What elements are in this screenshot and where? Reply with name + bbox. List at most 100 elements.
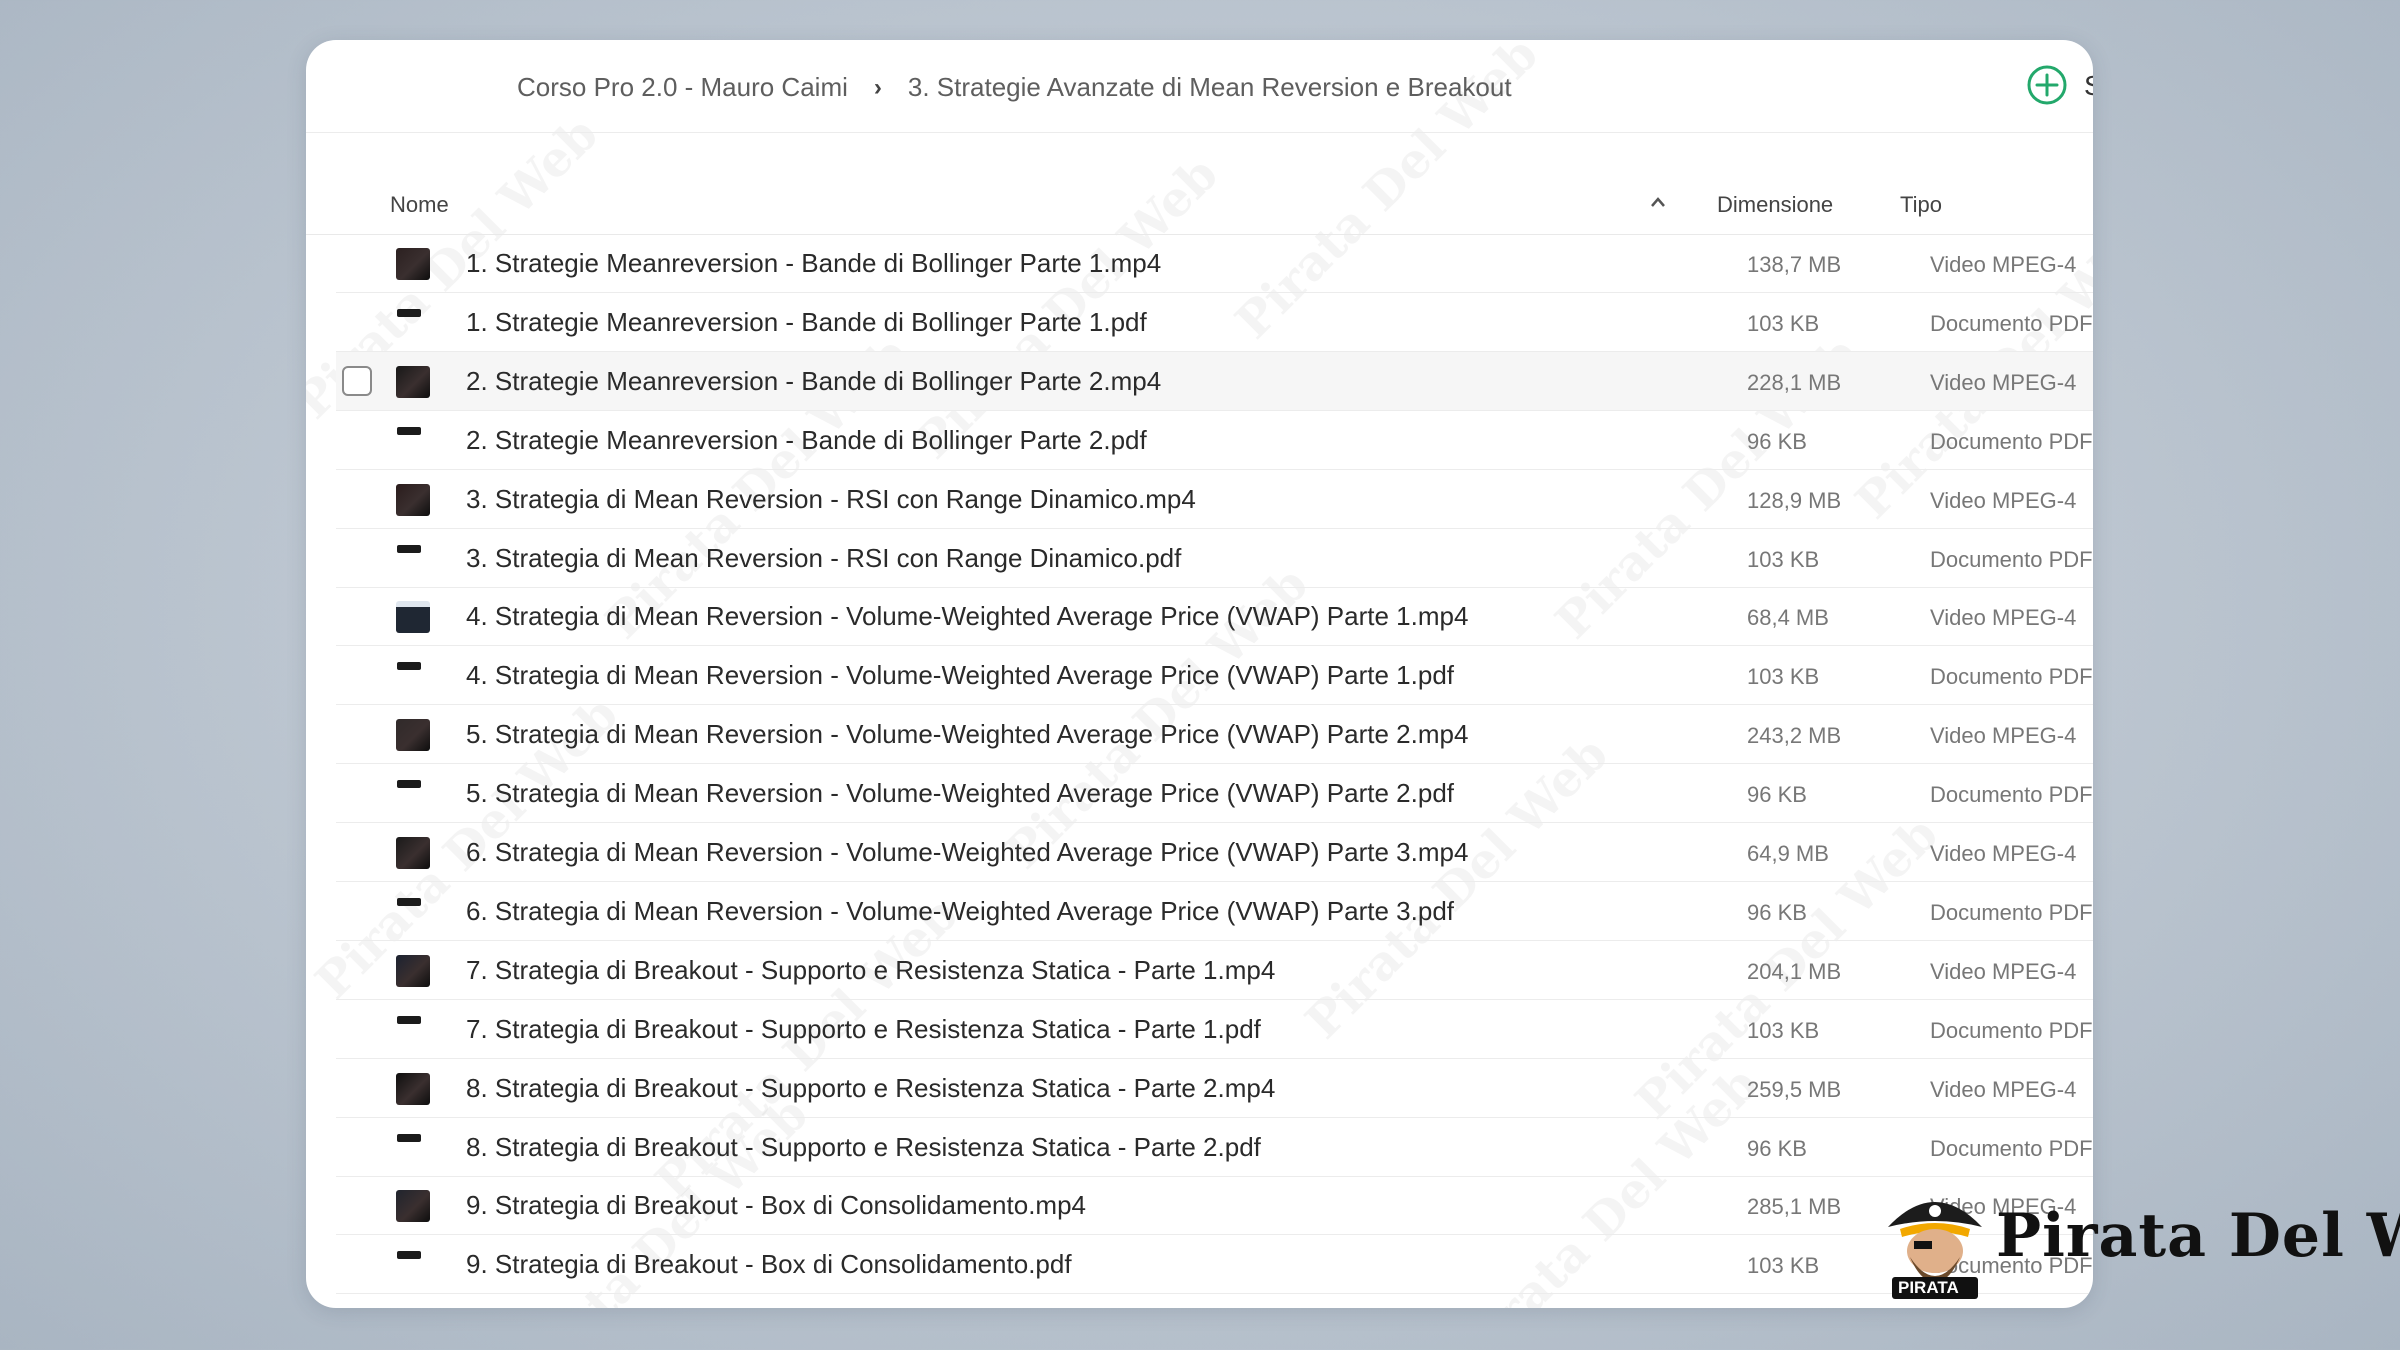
file-type: Video MPEG-4 xyxy=(1930,252,2077,277)
file-name[interactable]: 7. Strategia di Breakout - Supporto e Re… xyxy=(466,955,1275,986)
file-type: Video MPEG-4 xyxy=(1930,723,2077,749)
table-row[interactable]: 4. Strategia di Mean Reversion - Volume-… xyxy=(336,646,2093,706)
file-size: 243,2 MB xyxy=(1747,723,1842,749)
pdf-file-icon xyxy=(397,897,421,906)
file-type: Documento PDF xyxy=(1930,899,2093,925)
file-type: Video MPEG-4 xyxy=(1930,487,2077,513)
table-row[interactable]: 7. Strategia di Breakout - Supporto e Re… xyxy=(336,941,2093,1000)
file-type: Documento PDF xyxy=(1930,428,2093,454)
table-row[interactable]: 7. Strategia di Breakout - Supporto e Re… xyxy=(336,1000,2093,1059)
logo-badge: PIRATA xyxy=(1898,1278,1959,1297)
file-type: Video MPEG-4 xyxy=(1930,841,2077,866)
column-header-type[interactable]: Tipo xyxy=(1900,192,1942,218)
file-name[interactable]: 4. Strategia di Mean Reversion - Volume-… xyxy=(466,660,1454,691)
file-size: 103 KB xyxy=(1747,664,1820,690)
table-row[interactable]: 6. Strategia di Mean Reversion - Volume-… xyxy=(336,823,2093,882)
file-type: Video MPEG-4 xyxy=(1930,1076,2077,1102)
table-row[interactable]: 5. Strategia di Mean Reversion - Volume-… xyxy=(336,705,2093,765)
breadcrumb-current[interactable]: 3. Strategie Avanzate di Mean Reversion … xyxy=(908,72,1512,103)
file-name[interactable]: 5. Strategia di Mean Reversion - Volume-… xyxy=(466,719,1468,750)
file-type: Video MPEG-4 xyxy=(1930,605,2077,631)
file-name[interactable]: 5. Strategia di Mean Reversion - Volume-… xyxy=(466,778,1454,809)
video-thumbnail-icon xyxy=(396,601,430,634)
video-thumbnail-icon xyxy=(396,1072,430,1105)
file-size: 96 KB xyxy=(1747,1135,1807,1161)
file-size: 96 KB xyxy=(1747,899,1807,925)
table-row[interactable]: 8. Strategia di Breakout - Supporto e Re… xyxy=(336,1118,2093,1177)
file-size: 96 KB xyxy=(1747,428,1807,454)
breadcrumb-root[interactable]: Corso Pro 2.0 - Mauro Caimi xyxy=(517,72,848,103)
sort-ascending-icon[interactable] xyxy=(1649,195,1667,209)
file-size: 103 KB xyxy=(1747,1253,1820,1279)
table-row[interactable]: 3. Strategia di Mean Reversion - RSI con… xyxy=(336,470,2093,529)
video-thumbnail-icon xyxy=(396,365,430,398)
file-size: 68,4 MB xyxy=(1747,605,1829,631)
file-size: 259,5 MB xyxy=(1747,1076,1842,1102)
pdf-file-icon xyxy=(397,544,421,553)
file-name[interactable]: 1. Strategie Meanreversion - Bande di Bo… xyxy=(466,307,1147,338)
file-type: Video MPEG-4 xyxy=(1930,369,2077,395)
file-name[interactable]: 2. Strategie Meanreversion - Bande di Bo… xyxy=(466,366,1161,397)
file-browser-window: Pirata Del Web Pirata Del Web Pirata Del W… xyxy=(306,40,2093,1308)
file-size: 285,1 MB xyxy=(1747,1194,1842,1220)
pdf-file-icon xyxy=(397,662,421,671)
chevron-right-icon: › xyxy=(873,73,882,101)
file-type: Documento PDF xyxy=(1930,310,2093,336)
column-header-size[interactable]: Dimensione xyxy=(1717,192,1833,218)
row-checkbox[interactable] xyxy=(342,365,372,396)
video-thumbnail-icon xyxy=(396,837,430,869)
column-header-name[interactable]: Nome xyxy=(390,192,449,218)
pdf-file-icon xyxy=(397,780,421,789)
add-circle-icon[interactable] xyxy=(2026,64,2068,106)
video-thumbnail-icon xyxy=(396,1190,430,1223)
table-row[interactable]: 6. Strategia di Mean Reversion - Volume-… xyxy=(336,882,2093,941)
table-row[interactable]: 2. Strategie Meanreversion - Bande di Bo… xyxy=(336,411,2093,470)
file-name[interactable]: 9. Strategia di Breakout - Box di Consol… xyxy=(466,1190,1086,1221)
add-button-label[interactable]: S xyxy=(2084,70,2093,102)
toolbar: Corso Pro 2.0 - Mauro Caimi › 3. Strateg… xyxy=(306,40,2093,133)
video-thumbnail-icon xyxy=(396,248,430,280)
table-row[interactable]: 5. Strategia di Mean Reversion - Volume-… xyxy=(336,764,2093,824)
file-name[interactable]: 6. Strategia di Mean Reversion - Volume-… xyxy=(466,896,1454,927)
logo-text: Pirata Del Web xyxy=(1996,1201,2400,1271)
table-row[interactable]: 10. Download Strategy Script.pdf103 KBDo… xyxy=(336,1294,2093,1308)
file-size: 103 KB xyxy=(1747,1017,1820,1043)
table-row[interactable]: 1. Strategie Meanreversion - Bande di Bo… xyxy=(336,234,2093,293)
table-row[interactable]: 2. Strategie Meanreversion - Bande di Bo… xyxy=(336,351,2093,411)
video-thumbnail-icon xyxy=(396,954,430,987)
pdf-file-icon xyxy=(397,308,421,317)
pdf-file-icon xyxy=(397,1015,421,1024)
file-type: Documento PDF xyxy=(1930,1017,2093,1043)
file-type: Documento PDF xyxy=(1930,546,2093,572)
table-row[interactable]: 4. Strategia di Mean Reversion - Volume-… xyxy=(336,587,2093,647)
file-type: Documento PDF xyxy=(1930,664,2093,690)
file-name[interactable]: 9. Strategia di Breakout - Box di Consol… xyxy=(466,1249,1072,1280)
pdf-file-icon xyxy=(397,1251,421,1260)
pirata-del-web-logo: PIRATA Pirata Del Web xyxy=(1880,1185,2400,1300)
file-size: 204,1 MB xyxy=(1747,958,1842,984)
file-name[interactable]: 8. Strategia di Breakout - Supporto e Re… xyxy=(466,1132,1261,1163)
file-type: Documento PDF xyxy=(1930,1135,2093,1161)
table-row[interactable]: 9. Strategia di Breakout - Box di Consol… xyxy=(336,1176,2093,1236)
video-thumbnail-icon xyxy=(396,483,430,516)
file-name[interactable]: 1. Strategie Meanreversion - Bande di Bo… xyxy=(466,248,1161,279)
file-name[interactable]: 3. Strategia di Mean Reversion - RSI con… xyxy=(466,543,1181,574)
file-size: 103 KB xyxy=(1747,310,1820,336)
file-type: Video MPEG-4 xyxy=(1930,958,2077,984)
file-name[interactable]: 6. Strategia di Mean Reversion - Volume-… xyxy=(466,837,1468,868)
file-size: 96 KB xyxy=(1747,782,1807,808)
table-row[interactable]: 8. Strategia di Breakout - Supporto e Re… xyxy=(336,1059,2093,1118)
file-name[interactable]: 7. Strategia di Breakout - Supporto e Re… xyxy=(466,1014,1261,1045)
table-row[interactable]: 1. Strategie Meanreversion - Bande di Bo… xyxy=(336,293,2093,352)
file-size: 138,7 MB xyxy=(1747,252,1842,277)
file-size: 103 KB xyxy=(1747,546,1820,572)
table-row[interactable]: 9. Strategia di Breakout - Box di Consol… xyxy=(336,1235,2093,1295)
file-size: 228,1 MB xyxy=(1747,369,1842,395)
video-thumbnail-icon xyxy=(396,719,430,752)
file-name[interactable]: 4. Strategia di Mean Reversion - Volume-… xyxy=(466,601,1468,632)
file-name[interactable]: 3. Strategia di Mean Reversion - RSI con… xyxy=(466,484,1196,515)
file-name[interactable]: 8. Strategia di Breakout - Supporto e Re… xyxy=(466,1073,1275,1104)
table-row[interactable]: 3. Strategia di Mean Reversion - RSI con… xyxy=(336,529,2093,588)
file-name[interactable]: 2. Strategie Meanreversion - Bande di Bo… xyxy=(466,425,1147,456)
pdf-file-icon xyxy=(397,426,421,435)
